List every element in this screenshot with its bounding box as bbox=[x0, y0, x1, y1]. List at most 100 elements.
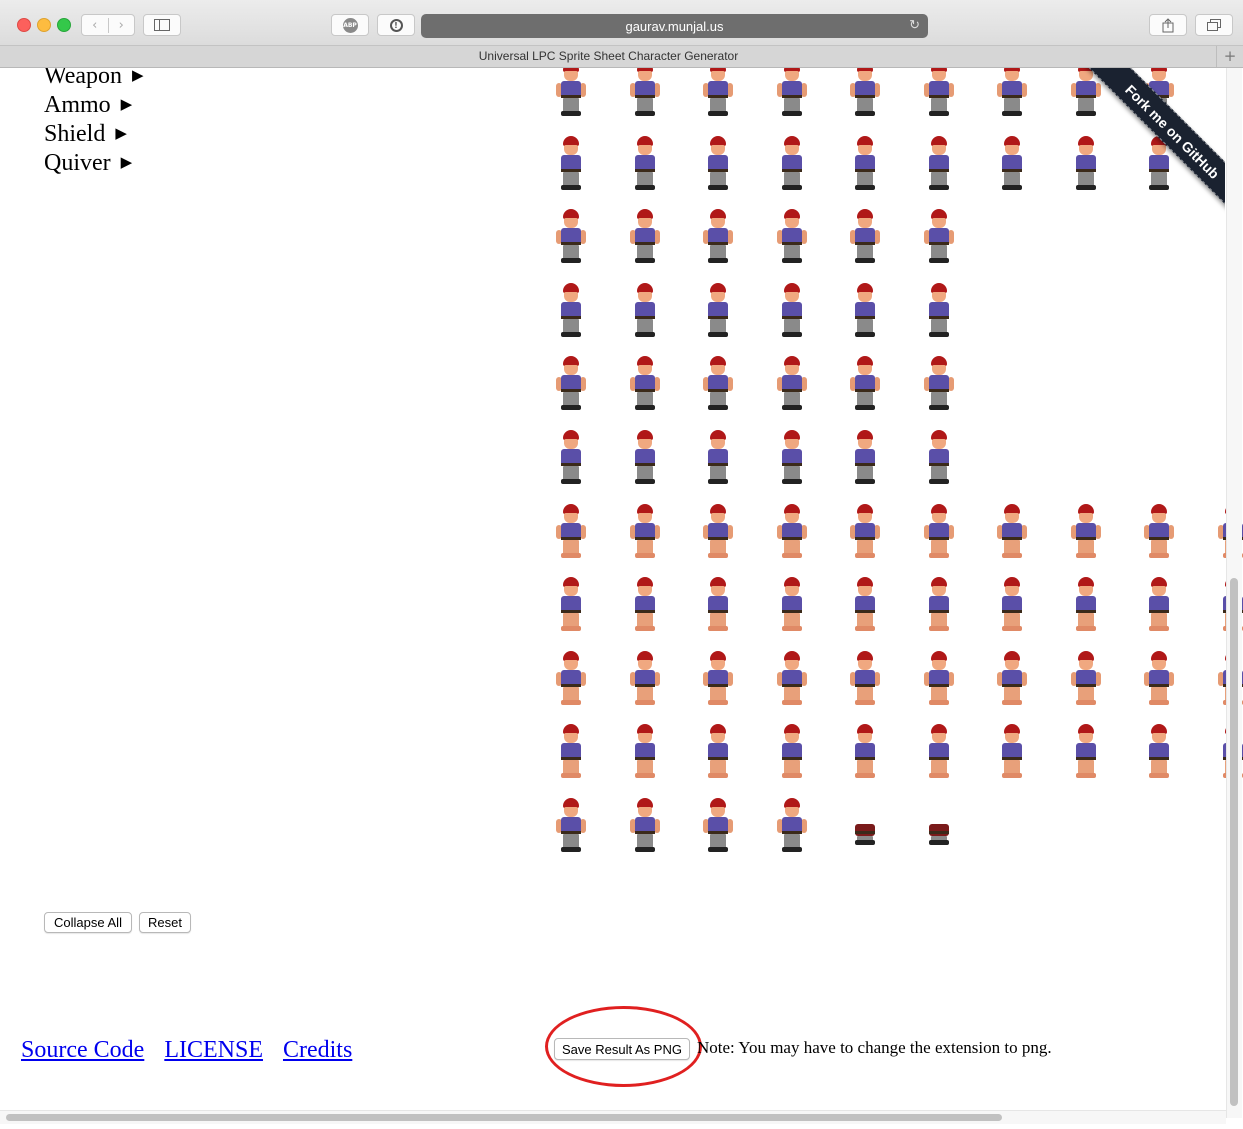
sprite-frame bbox=[629, 430, 661, 488]
sprite-frame bbox=[996, 68, 1028, 120]
footer-links: Source Code LICENSE Credits bbox=[21, 1037, 366, 1064]
sprite-frame bbox=[849, 209, 881, 267]
expand-arrow-icon[interactable]: ▶ bbox=[121, 97, 133, 113]
note-text: Note: You may have to change the extensi… bbox=[697, 1038, 1052, 1057]
horizontal-scrollbar[interactable] bbox=[0, 1110, 1226, 1124]
password-manager-button[interactable]: ! bbox=[377, 14, 415, 36]
expand-arrow-icon[interactable]: ▶ bbox=[115, 126, 127, 142]
forward-icon[interactable]: › bbox=[109, 18, 135, 33]
collapse-all-button[interactable]: Collapse All bbox=[44, 912, 132, 933]
sprite-frame bbox=[996, 577, 1028, 635]
sprite-frame bbox=[776, 356, 808, 414]
reset-button[interactable]: Reset bbox=[139, 912, 191, 933]
category-label: Weapon bbox=[44, 68, 123, 89]
sprite-frame bbox=[629, 650, 661, 709]
category-shield[interactable]: Shield ▶ bbox=[44, 120, 144, 149]
sidebar-toggle-button[interactable] bbox=[143, 14, 181, 36]
page-viewport: Weapon ▶ Ammo ▶ Shield ▶ Quiver ▶ Fork me on… bbox=[0, 68, 1243, 1129]
category-quiver[interactable]: Quiver ▶ bbox=[44, 149, 144, 178]
new-tab-button[interactable]: + bbox=[1216, 46, 1243, 67]
sprite-frame bbox=[923, 724, 955, 782]
sprite-frame bbox=[555, 650, 587, 709]
back-icon[interactable]: ‹ bbox=[82, 17, 109, 33]
sprite-frame bbox=[702, 724, 734, 782]
github-ribbon[interactable]: Fork me on GitHub bbox=[1053, 68, 1225, 240]
sprite-frame bbox=[776, 282, 808, 341]
credits-link[interactable]: Credits bbox=[283, 1037, 352, 1063]
category-weapon[interactable]: Weapon ▶ bbox=[44, 68, 144, 91]
sprite-frame bbox=[1070, 503, 1102, 562]
vertical-scrollbar[interactable] bbox=[1226, 68, 1242, 1118]
license-link[interactable]: LICENSE bbox=[164, 1037, 263, 1063]
sprite-frame bbox=[849, 430, 881, 488]
share-button[interactable] bbox=[1149, 14, 1187, 36]
sprite-frame bbox=[776, 577, 808, 635]
address-bar[interactable]: gaurav.munjal.us ↻ bbox=[421, 14, 928, 38]
sprite-frame bbox=[776, 798, 808, 856]
sprite-frame bbox=[1070, 724, 1102, 782]
sprite-frame bbox=[849, 503, 881, 562]
sprite-frame bbox=[629, 135, 661, 194]
password-icon: ! bbox=[389, 18, 403, 32]
sprite-frame bbox=[923, 356, 955, 414]
sprite-frame bbox=[702, 209, 734, 267]
expand-arrow-icon[interactable]: ▶ bbox=[132, 68, 144, 84]
sprite-frame bbox=[555, 135, 587, 194]
category-label: Shield bbox=[44, 121, 106, 147]
browser-toolbar: ‹ › ABP ! gaurav.munjal.us ↻ bbox=[0, 0, 1243, 45]
sprite-frame bbox=[702, 650, 734, 709]
annotation-circle bbox=[545, 1006, 702, 1087]
sprite-frame bbox=[776, 68, 808, 120]
sprite-frame bbox=[629, 577, 661, 635]
minimize-window-button[interactable] bbox=[37, 18, 51, 32]
sprite-frame bbox=[923, 282, 955, 341]
sprite-frame bbox=[776, 650, 808, 709]
sprite-frame bbox=[776, 430, 808, 488]
sprite-frame bbox=[849, 724, 881, 782]
tabs-icon bbox=[1207, 19, 1221, 31]
sprite-frame bbox=[702, 68, 734, 120]
sprite-frame bbox=[555, 724, 587, 782]
sprite-frame bbox=[776, 724, 808, 782]
sprite-frame bbox=[555, 209, 587, 267]
sidebar-icon bbox=[154, 19, 170, 31]
sprite-frame bbox=[849, 282, 881, 341]
close-window-button[interactable] bbox=[17, 18, 31, 32]
sprite-frame bbox=[702, 356, 734, 414]
github-ribbon-text[interactable]: Fork me on GitHub bbox=[1070, 68, 1225, 234]
sprite-frame bbox=[923, 135, 955, 194]
sprite-frame bbox=[555, 430, 587, 488]
horizontal-scroll-thumb[interactable] bbox=[6, 1114, 1002, 1121]
sprite-frame bbox=[849, 356, 881, 414]
adblock-button[interactable]: ABP bbox=[331, 14, 369, 36]
sprite-frame bbox=[923, 209, 955, 267]
sprite-frame bbox=[776, 135, 808, 194]
source-code-link[interactable]: Source Code bbox=[21, 1037, 144, 1063]
sprite-frame bbox=[923, 650, 955, 709]
sprite-frame bbox=[996, 135, 1028, 194]
show-tabs-button[interactable] bbox=[1195, 14, 1233, 36]
sprite-frame bbox=[849, 798, 881, 856]
expand-arrow-icon[interactable]: ▶ bbox=[121, 155, 133, 171]
category-ammo[interactable]: Ammo ▶ bbox=[44, 91, 144, 120]
sprite-frame bbox=[555, 577, 587, 635]
tab-title[interactable]: Universal LPC Sprite Sheet Character Gen… bbox=[0, 46, 1217, 67]
maximize-window-button[interactable] bbox=[57, 18, 71, 32]
vertical-scroll-thumb[interactable] bbox=[1230, 578, 1238, 1106]
category-label: Ammo bbox=[44, 92, 111, 118]
sprite-frame bbox=[996, 650, 1028, 709]
sprite-frame bbox=[923, 68, 955, 120]
sprite-frame bbox=[555, 282, 587, 341]
sprite-frame bbox=[996, 503, 1028, 562]
sprite-frame bbox=[849, 650, 881, 709]
sprite-frame bbox=[555, 68, 587, 120]
sprite-frame bbox=[555, 503, 587, 562]
sprite-frame bbox=[702, 135, 734, 194]
sprite-frame bbox=[849, 135, 881, 194]
sprite-frame bbox=[923, 503, 955, 562]
category-list: Weapon ▶ Ammo ▶ Shield ▶ Quiver ▶ bbox=[44, 68, 144, 178]
reload-icon[interactable]: ↻ bbox=[909, 17, 920, 33]
sprite-frame bbox=[1143, 724, 1175, 782]
sprite-frame bbox=[629, 503, 661, 562]
sprite-frame bbox=[996, 724, 1028, 782]
